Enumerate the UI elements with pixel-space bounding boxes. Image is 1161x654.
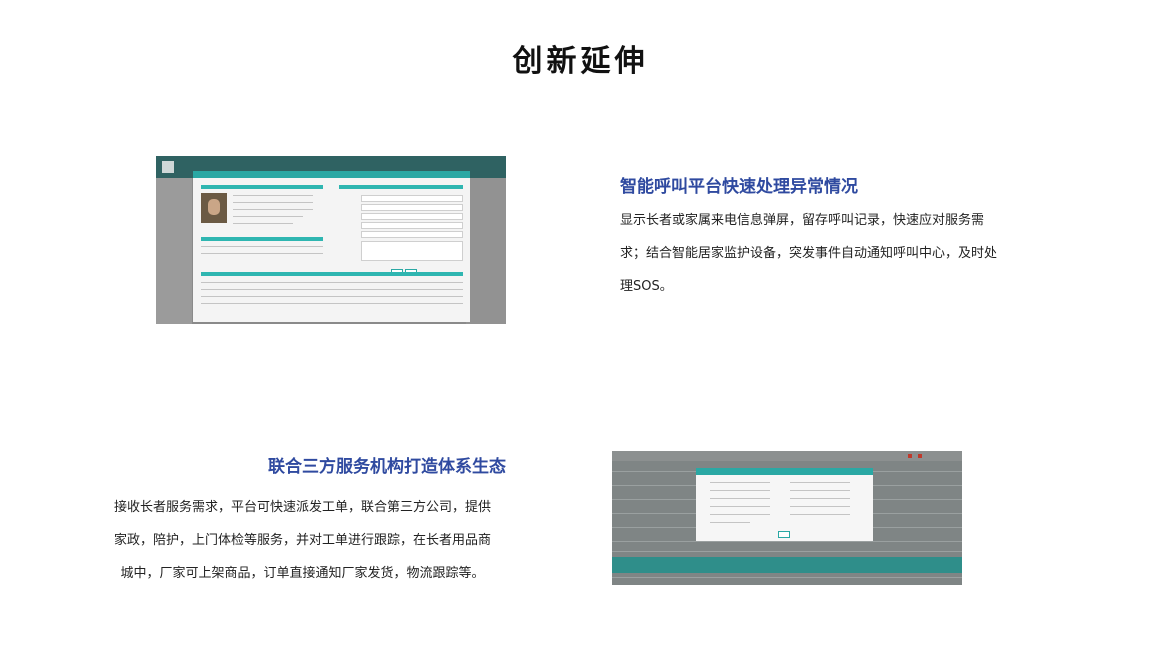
page-title: 创新延伸 [512, 44, 649, 79]
feature-desc-call-platform: 显示长者或家属来电信息弹屏，留存呼叫记录，快速应对服务需 求；结合智能居家监护设… [620, 204, 1030, 303]
app-right-panel [466, 178, 506, 324]
desc-line: 求；结合智能居家监护设备，突发事件自动通知呼叫中心，及时处 [620, 246, 998, 261]
call-platform-screenshot [156, 156, 506, 324]
close-button[interactable] [778, 531, 790, 538]
desc-line: 显示长者或家属来电信息弹屏，留存呼叫记录，快速应对服务需 [620, 213, 985, 228]
popup-header [193, 171, 470, 178]
desc-line: 理SOS。 [620, 279, 673, 294]
desc-line: 城中，厂家可上架商品，订单直接通知厂家发货，物流跟踪等。 [120, 566, 485, 581]
order-platform-screenshot [612, 451, 962, 585]
section-bar [201, 272, 463, 276]
app-logo-icon [162, 161, 174, 173]
desc-line: 家政，陪护，上门体检等服务，并对工单进行跟踪，在长者用品商 [113, 533, 491, 548]
app-sidebar [156, 178, 192, 324]
section-bar [201, 237, 323, 241]
notification-icon [908, 454, 912, 458]
selected-table-row [612, 557, 962, 573]
caller-info-popup [193, 171, 470, 322]
feature-title-service-ecosystem: 联合三方服务机构打造体系生态 [268, 457, 506, 477]
notification-icon [918, 454, 922, 458]
desc-line: 接收长者服务需求，平台可快速派发工单，联合第三方公司，提供 [113, 500, 491, 515]
feature-title-call-platform: 智能呼叫平台快速处理异常情况 [620, 177, 858, 197]
elder-photo [201, 193, 227, 223]
work-order-popup [696, 468, 873, 541]
feature-desc-service-ecosystem: 接收长者服务需求，平台可快速派发工单，联合第三方公司，提供 家政，陪护，上门体检… [95, 491, 510, 590]
popup-header [696, 468, 873, 475]
section-bar [339, 185, 463, 189]
section-bar [201, 185, 323, 189]
